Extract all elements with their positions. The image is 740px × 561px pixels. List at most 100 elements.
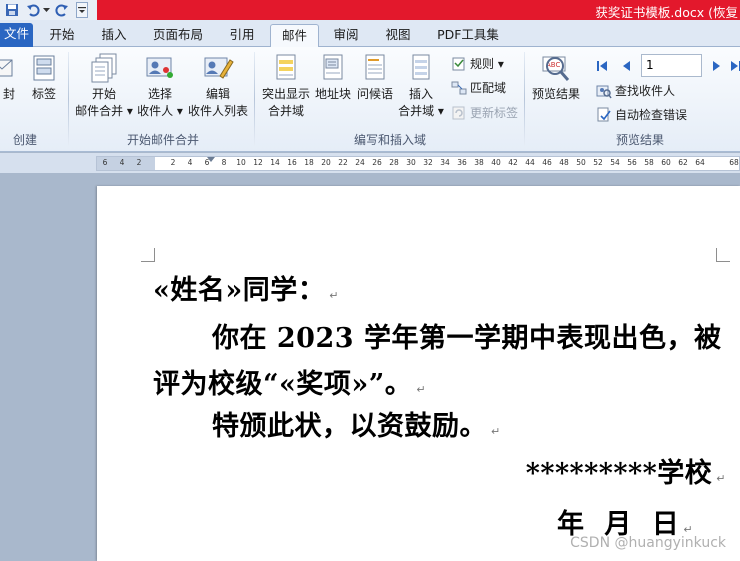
find-recipient-button[interactable]: 查找收件人 — [596, 81, 675, 101]
update-labels-button[interactable]: 更新标签 — [451, 103, 518, 123]
salutation-line[interactable]: «姓名»同学： ↵ — [153, 268, 339, 307]
match-fields-button[interactable]: 匹配域 — [451, 78, 506, 98]
save-icon[interactable] — [3, 1, 21, 19]
redo-icon[interactable] — [53, 1, 71, 19]
crop-mark-top-left — [141, 248, 155, 262]
tab-home[interactable]: 开始 — [44, 24, 80, 47]
find-recipient-icon — [596, 85, 612, 99]
tab-page-layout[interactable]: 页面布局 — [148, 24, 208, 47]
find-recipient-label: 查找收件人 — [615, 84, 676, 98]
title-bar: 获奖证书模板.docx (恢复 — [0, 0, 740, 20]
group-preview-label: 预览结果 — [615, 133, 664, 147]
tab-review[interactable]: 审阅 — [328, 24, 364, 47]
paragraph-mark: ↵ — [329, 289, 339, 302]
edit-recipient-list-label-2: 收件人列表 — [188, 104, 249, 118]
body-line-2[interactable]: 评为校级“«奖项»”。 ↵ — [153, 362, 426, 401]
insert-merge-field-label-2: 合并域 ▾ — [398, 104, 444, 118]
start-mail-merge-label-1: 开始 — [91, 87, 116, 101]
tab-mailings[interactable]: 邮件 — [270, 24, 319, 48]
paragraph-mark: ↵ — [416, 383, 427, 396]
group-create-label: 创建 — [12, 133, 37, 147]
tab-view[interactable]: 视图 — [380, 24, 416, 47]
preview-results-button[interactable]: ABC 预览结果 — [530, 52, 582, 103]
auto-check-errors-button[interactable]: 自动检查错误 — [596, 105, 687, 125]
encouragement-text: 特颁此状，以资鼓励。 — [212, 411, 487, 442]
address-block-label: 地址块 — [314, 87, 351, 101]
undo-icon[interactable] — [24, 1, 42, 19]
envelopes-button[interactable]: 封 — [0, 52, 22, 103]
auto-check-errors-icon — [597, 107, 611, 122]
last-record-button[interactable] — [730, 56, 740, 76]
preview-magnifier-icon: ABC — [542, 56, 570, 81]
highlight-merge-fields-button[interactable]: 突出显示 合并域 — [260, 52, 312, 120]
insert-merge-field-icon — [412, 54, 430, 80]
rules-button[interactable]: 规则 ▾ — [451, 54, 504, 74]
match-fields-icon — [451, 81, 467, 95]
highlight-merge-fields-label-2: 合并域 — [267, 104, 304, 118]
previous-record-button[interactable] — [621, 56, 631, 76]
body-line-2-text: 评为校级“«奖项»”。 — [153, 369, 413, 400]
last-record-icon — [731, 61, 740, 71]
auto-check-errors-label: 自动检查错误 — [615, 108, 688, 122]
select-recipients-label-1: 选择 — [147, 87, 172, 101]
start-mail-merge-button[interactable]: 开始 邮件合并 ▾ — [74, 52, 134, 120]
customize-arrow-icon[interactable] — [76, 2, 88, 18]
horizontal-ruler[interactable]: 6 4 2 2 4 6 8 10 12 14 16 18 20 22 24 26 28 30 32 34 36 38 40 4… — [96, 156, 740, 171]
tab-file[interactable]: 文件 — [0, 23, 33, 47]
salutation-text: «姓名»同学： — [153, 275, 326, 306]
address-block-button[interactable]: 地址块 — [314, 52, 352, 103]
edit-list-icon — [204, 57, 234, 79]
ribbon: 封 标签 创建 开始 邮件合并 ▾ 选择 收件人 ▾ 编辑 收件人列表 开始邮件… — [0, 47, 740, 152]
ruler-number: 64 — [695, 158, 705, 167]
school-line[interactable]: *********学校 ↵ — [526, 451, 726, 490]
first-record-button[interactable] — [596, 56, 608, 76]
ruler-number: 68 — [729, 158, 739, 167]
rules-icon — [452, 57, 465, 71]
tab-references[interactable]: 引用 — [224, 24, 260, 47]
recipients-icon — [146, 57, 173, 78]
envelopes-label: 封 — [2, 87, 15, 101]
crop-mark-top-right — [716, 248, 730, 262]
next-record-icon — [713, 61, 720, 71]
undo-dropdown-icon[interactable] — [42, 1, 50, 19]
tab-pdf-tools[interactable]: PDF工具集 — [432, 24, 504, 47]
rules-label: 规则 ▾ — [470, 57, 504, 71]
ribbon-tabs: 文件 开始 插入 页面布局 引用 邮件 审阅 视图 PDF工具集 — [0, 20, 740, 48]
select-recipients-label-2: 收件人 ▾ — [137, 104, 183, 118]
next-record-button[interactable] — [712, 56, 722, 76]
indent-marker[interactable] — [207, 157, 215, 162]
update-labels-icon — [452, 106, 465, 120]
window-title: 获奖证书模板.docx (恢复 — [595, 5, 738, 20]
body-line-1-text: 你在 2023 学年第一学期中表现出色，被 — [212, 323, 722, 354]
documents-icon — [91, 53, 117, 83]
record-number-input[interactable]: 1 — [641, 54, 702, 77]
labels-icon — [33, 55, 55, 81]
ruler-number: 2 — [136, 158, 142, 167]
highlight-merge-fields-label-1: 突出显示 — [261, 87, 310, 101]
edit-recipient-list-label-1: 编辑 — [205, 87, 230, 101]
school-text: *********学校 — [525, 458, 713, 489]
highlight-fields-icon — [276, 54, 296, 80]
group-separator — [68, 52, 69, 146]
left-gutter — [0, 173, 96, 561]
match-fields-label: 匹配域 — [470, 81, 507, 95]
body-line-1[interactable]: 你在 2023 学年第一学期中表现出色，被 — [212, 316, 721, 355]
tab-insert[interactable]: 插入 — [97, 24, 131, 47]
address-block-icon — [323, 54, 343, 80]
title-area: 获奖证书模板.docx (恢复 — [97, 0, 740, 20]
edit-recipient-list-button[interactable]: 编辑 收件人列表 — [188, 52, 248, 120]
group-start-merge-label: 开始邮件合并 — [126, 133, 199, 147]
paragraph-mark: ↵ — [491, 425, 501, 438]
select-recipients-button[interactable]: 选择 收件人 ▾ — [136, 52, 184, 120]
labels-button[interactable]: 标签 — [28, 52, 60, 103]
previous-record-icon — [623, 61, 630, 71]
update-labels-label: 更新标签 — [470, 106, 519, 120]
insert-merge-field-button[interactable]: 插入 合并域 ▾ — [398, 52, 444, 120]
first-record-icon — [597, 61, 607, 71]
encouragement-line[interactable]: 特颁此状，以资鼓励。 ↵ — [212, 404, 501, 443]
document-page[interactable]: «姓名»同学： ↵ 你在 2023 学年第一学期中表现出色，被 评为校级“«奖项»… — [97, 186, 740, 561]
start-mail-merge-label-2: 邮件合并 ▾ — [75, 104, 133, 118]
greeting-line-button[interactable]: 问候语 — [356, 52, 394, 103]
group-separator — [254, 52, 255, 146]
greeting-line-icon — [365, 54, 385, 80]
